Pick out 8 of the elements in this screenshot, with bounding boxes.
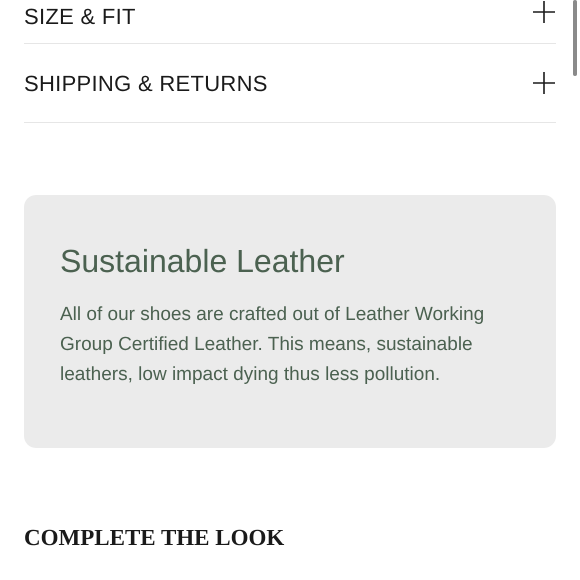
card-title: Sustainable Leather	[60, 243, 346, 280]
accordion-toggle[interactable]: SIZE & FIT	[24, 0, 556, 44]
plus-icon	[532, 71, 556, 95]
scrollbar-thumb[interactable]	[573, 0, 577, 76]
card-description: All of our shoes are crafted out of Leather Working Group Certified Leather. This means, sustainable leathers, low impact dying thus less pollution.	[60, 302, 486, 387]
section-heading: COMPLETE THE LOOK	[24, 524, 286, 552]
accordion-toggle[interactable]: SHIPPING & RETURNS	[24, 44, 556, 123]
plus-icon	[532, 0, 556, 24]
